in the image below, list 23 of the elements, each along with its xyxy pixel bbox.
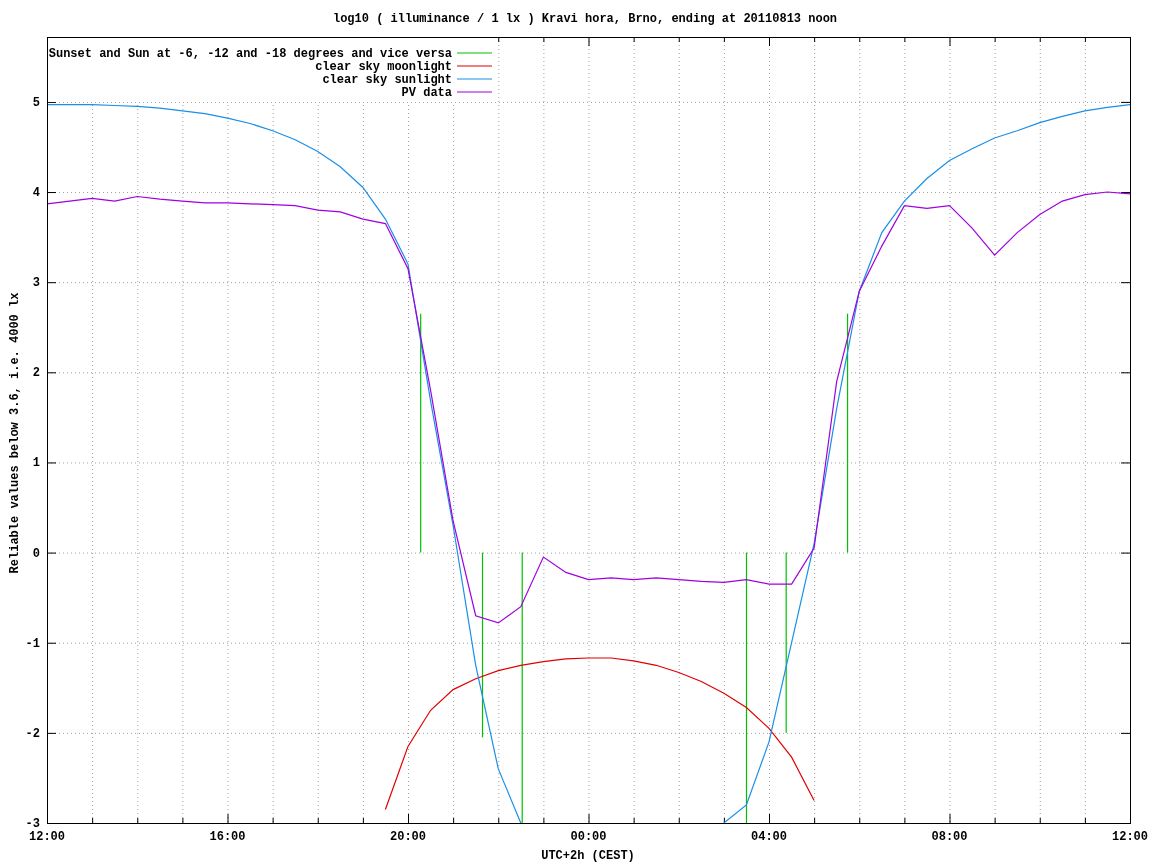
x-tick-label: 00:00 [570,830,607,844]
y-tick-label: 3 [32,276,40,291]
y-tick-label: 1 [32,456,40,471]
x-axis-label: UTC+2h (CEST) [541,849,635,863]
x-tick-label: 20:00 [390,830,426,844]
x-tick-label: 08:00 [931,830,968,844]
y-tick-label: 0 [32,546,40,561]
y-tick-label: -3 [25,817,40,831]
chart-title: log10 ( illuminance / 1 lx ) Kravi hora, Brno, ending at 20110813 noon [332,12,838,26]
y-tick-label: 4 [32,186,40,201]
legend-label: clear sky sunlight [322,73,452,87]
x-tick-label: 12:00 [29,830,65,844]
y-tick-label: -1 [25,636,40,651]
legend-label: PV data [401,86,452,100]
legend-label: clear sky moonlight [315,60,452,74]
y-tick-label: 2 [32,366,40,381]
y-tick-label: -2 [25,726,40,741]
x-tick-label: 12:00 [1112,830,1148,844]
x-tick-label: 04:00 [751,830,787,844]
legend-label: Sunset and Sun at -6, -12 and -18 degrees and vice versa [48,47,452,61]
y-tick-label: 5 [32,95,40,110]
x-tick-label: 16:00 [209,830,246,844]
y-axis-label: Reliable values below 3.6, i.e. 4000 lx [8,292,22,574]
